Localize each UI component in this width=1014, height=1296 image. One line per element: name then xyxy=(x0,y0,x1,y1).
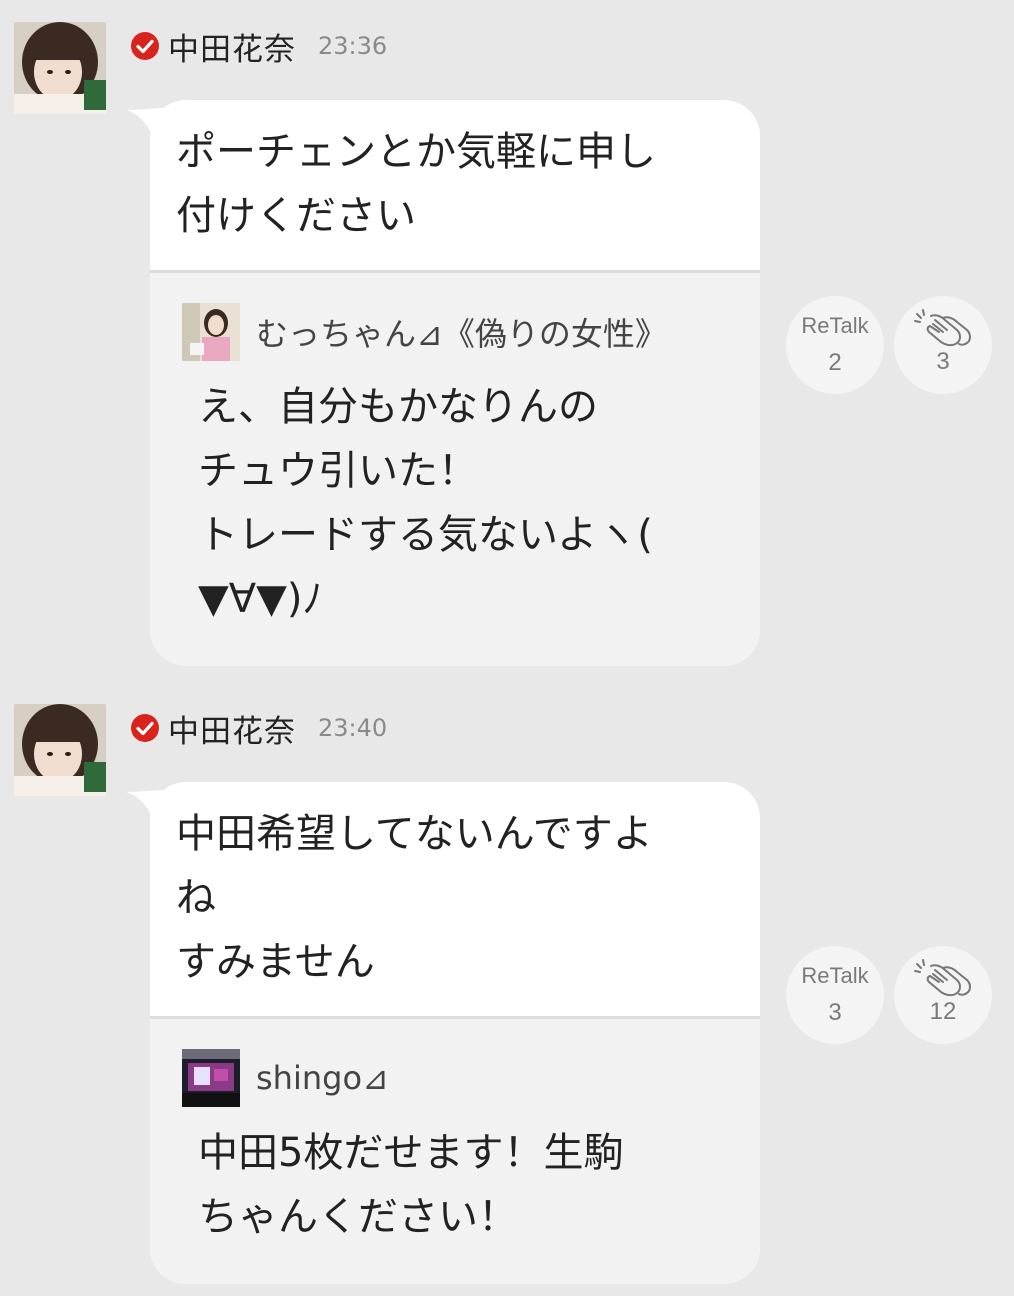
retalk-count: 2 xyxy=(828,349,842,376)
quoted-avatar xyxy=(182,1049,240,1107)
quoted-message[interactable]: むっちゃん⊿《偽りの女性》 え、自分もかなりんの チュウ引いた！ トレードする気… xyxy=(150,270,760,666)
retalk-count: 3 xyxy=(828,999,842,1026)
avatar[interactable] xyxy=(14,704,106,796)
author-name[interactable]: 中田花奈 xyxy=(168,706,296,751)
author-name[interactable]: 中田花奈 xyxy=(168,24,296,69)
message-bubble[interactable]: 中田希望してないんですよ ね すみません shingo⊿ 中田5枚だせます！生駒… xyxy=(150,782,760,1284)
retalk-button[interactable]: ReTalk 2 xyxy=(786,296,884,394)
quoted-author[interactable]: むっちゃん⊿《偽りの女性》 xyxy=(256,309,667,355)
quoted-header: shingo⊿ xyxy=(182,1049,730,1107)
retalk-label: ReTalk xyxy=(801,963,869,988)
quoted-author[interactable]: shingo⊿ xyxy=(256,1059,389,1097)
retalk-label: ReTalk xyxy=(801,313,869,338)
message-bubble[interactable]: ポーチェンとか気軽に申し 付けください むっちゃん⊿《偽りの女性》 え、自分もか… xyxy=(150,100,760,666)
clap-hands-icon xyxy=(914,959,971,997)
retalk-button[interactable]: ReTalk 3 xyxy=(786,946,884,1044)
post-header: 中田花奈 23:40 xyxy=(130,706,388,751)
clap-count: 3 xyxy=(936,348,950,375)
quoted-message[interactable]: shingo⊿ 中田5枚だせます！生駒 ちゃんください！ xyxy=(150,1016,760,1284)
post-header: 中田花奈 23:36 xyxy=(130,24,388,69)
quoted-avatar xyxy=(182,303,240,361)
quoted-header: むっちゃん⊿《偽りの女性》 xyxy=(182,303,730,361)
timestamp: 23:40 xyxy=(318,714,388,742)
avatar[interactable] xyxy=(14,22,106,114)
clap-button[interactable]: 3 xyxy=(894,296,992,394)
quoted-text: え、自分もかなりんの チュウ引いた！ トレードする気ないよヽ( ▼∀▼)ﾉ xyxy=(198,384,653,622)
check-circle-icon xyxy=(131,32,159,60)
timestamp: 23:36 xyxy=(318,32,388,60)
message-text: 中田希望してないんですよ ね すみません xyxy=(176,811,653,985)
clap-button[interactable]: 12 xyxy=(894,946,992,1044)
quoted-text: 中田5枚だせます！生駒 ちゃんください！ xyxy=(198,1130,624,1240)
check-circle-icon xyxy=(131,714,159,742)
message-text: ポーチェンとか気軽に申し 付けください xyxy=(176,129,656,239)
clap-hands-icon xyxy=(914,309,971,347)
clap-count: 12 xyxy=(929,998,957,1025)
